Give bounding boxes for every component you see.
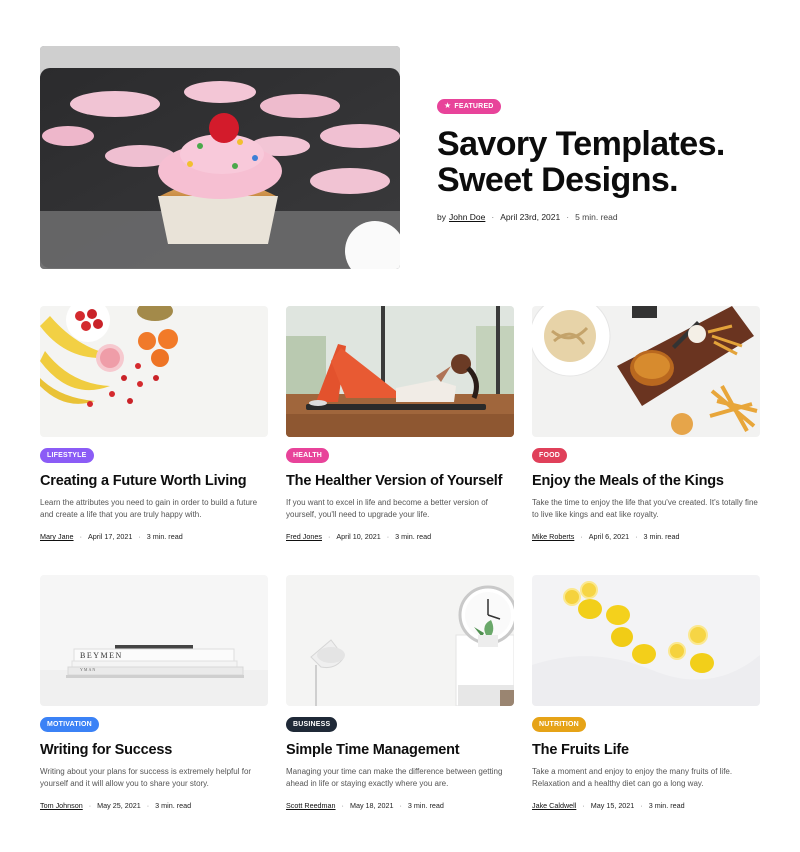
meta-separator: · — [79, 532, 82, 541]
featured-title[interactable]: Savory Templates. Sweet Designs. — [437, 126, 760, 198]
card-title[interactable]: Simple Time Management — [286, 741, 514, 759]
featured-title-line2: Sweet Designs. — [437, 160, 679, 199]
category-badge[interactable]: BUSINESS — [286, 717, 338, 732]
card-meta: Mary Jane · April 17, 2021 · 3 min. read — [40, 532, 268, 541]
featured-cupcake-image[interactable] — [40, 46, 400, 269]
card-description: Learn the attributes you need to gain in… — [40, 498, 258, 519]
meta-separator: · — [491, 211, 495, 222]
featured-badge[interactable]: ★ FEATURED — [437, 98, 501, 114]
post-card[interactable]: LIFESTYLE Creating a Future Worth Living… — [40, 306, 268, 541]
author-link[interactable]: Scott Reedman — [286, 801, 336, 810]
meta-separator: · — [327, 532, 331, 541]
post-card[interactable]: HEALTH The Healther Version of Yourself … — [286, 306, 514, 541]
burger-image[interactable] — [532, 306, 760, 437]
meta-separator: · — [582, 801, 585, 810]
post-card[interactable]: FOOD Enjoy the Meals of the Kings Take t… — [532, 306, 760, 541]
post-date: April 17, 2021 — [87, 532, 133, 541]
book-spine-text: YMAN — [80, 667, 96, 672]
meta-separator: · — [566, 211, 570, 222]
author-link[interactable]: John Doe — [449, 212, 485, 222]
card-description: Managing your time can make the differen… — [286, 767, 503, 788]
card-title[interactable]: Enjoy the Meals of the Kings — [532, 472, 760, 490]
meta-separator: · — [580, 532, 583, 541]
fruit-image[interactable] — [40, 306, 268, 437]
post-card[interactable]: NUTRITION The Fruits Life Take a moment … — [532, 575, 760, 810]
meta-separator: · — [88, 801, 92, 810]
post-date: May 25, 2021 — [97, 801, 141, 810]
read-time: 3 min. read — [643, 532, 680, 541]
clock-image[interactable] — [286, 575, 514, 706]
author-link[interactable]: Fred Jones — [286, 532, 322, 541]
author-link[interactable]: Tom Johnson — [40, 801, 83, 810]
card-description: If you want to excel in life and become … — [286, 498, 488, 519]
featured-badge-label: FEATURED — [454, 102, 494, 110]
card-meta: Fred Jones · April 10, 2021 · 3 min. rea… — [286, 532, 514, 541]
card-description: Take a moment and enjoy to enjoy the man… — [532, 767, 733, 788]
read-time: 3 min. read — [407, 801, 444, 810]
category-badge[interactable]: FOOD — [532, 448, 568, 463]
read-time: 5 min. read — [575, 211, 618, 222]
meta-separator: · — [635, 532, 638, 541]
post-date: April 10, 2021 — [336, 532, 381, 541]
workout-image[interactable] — [286, 306, 514, 437]
post-date: April 23rd, 2021 — [500, 211, 561, 222]
read-time: 3 min. read — [648, 801, 685, 810]
card-description: Take the time to enjoy the life that you… — [532, 498, 758, 519]
author-link[interactable]: Mary Jane — [40, 532, 74, 541]
read-time: 3 min. read — [395, 532, 432, 541]
card-meta: Jake Caldwell · May 15, 2021 · 3 min. re… — [532, 801, 760, 810]
meta-separator: · — [138, 532, 141, 541]
card-title[interactable]: Writing for Success — [40, 741, 268, 759]
featured-text: ★ FEATURED Savory Templates. Sweet Desig… — [437, 95, 760, 222]
category-badge[interactable]: HEALTH — [286, 448, 330, 463]
book-spine-text: BEYMEN — [80, 651, 123, 660]
featured-meta: by John Doe · April 23rd, 2021 · 5 min. … — [437, 212, 760, 222]
card-title[interactable]: Creating a Future Worth Living — [40, 472, 268, 490]
card-title[interactable]: The Healther Version of Yourself — [286, 472, 514, 490]
post-date: April 6, 2021 — [588, 532, 630, 541]
post-date: May 15, 2021 — [590, 801, 635, 810]
read-time: 3 min. read — [155, 801, 192, 810]
author-link[interactable]: Jake Caldwell — [532, 801, 576, 810]
card-title[interactable]: The Fruits Life — [532, 741, 760, 759]
category-badge[interactable]: LIFESTYLE — [40, 448, 94, 463]
card-meta: Tom Johnson · May 25, 2021 · 3 min. read — [40, 801, 268, 810]
meta-separator: · — [341, 801, 344, 810]
books-image[interactable]: BEYMEN YMAN — [40, 575, 268, 706]
featured-title-line1: Savory Templates. — [437, 124, 725, 163]
category-badge[interactable]: NUTRITION — [532, 717, 586, 732]
category-badge[interactable]: MOTIVATION — [40, 717, 99, 732]
by-label: by — [437, 211, 446, 222]
card-meta: Scott Reedman · May 18, 2021 · 3 min. re… — [286, 801, 514, 810]
lemons-image[interactable] — [532, 575, 760, 706]
featured-post[interactable]: ★ FEATURED Savory Templates. Sweet Desig… — [40, 46, 760, 269]
post-date: May 18, 2021 — [349, 801, 394, 810]
meta-separator: · — [640, 801, 643, 810]
author-link[interactable]: Mike Roberts — [532, 532, 574, 541]
star-icon: ★ — [444, 101, 452, 110]
post-card[interactable]: BEYMEN YMAN MOTIVATION Writing for Succe… — [40, 575, 268, 810]
meta-separator: · — [146, 801, 150, 810]
card-description: Writing about your plans for success is … — [40, 767, 252, 788]
meta-separator: · — [399, 801, 402, 810]
meta-separator: · — [386, 532, 390, 541]
post-card[interactable]: BUSINESS Simple Time Management Managing… — [286, 575, 514, 810]
card-meta: Mike Roberts · April 6, 2021 · 3 min. re… — [532, 532, 760, 541]
read-time: 3 min. read — [146, 532, 183, 541]
